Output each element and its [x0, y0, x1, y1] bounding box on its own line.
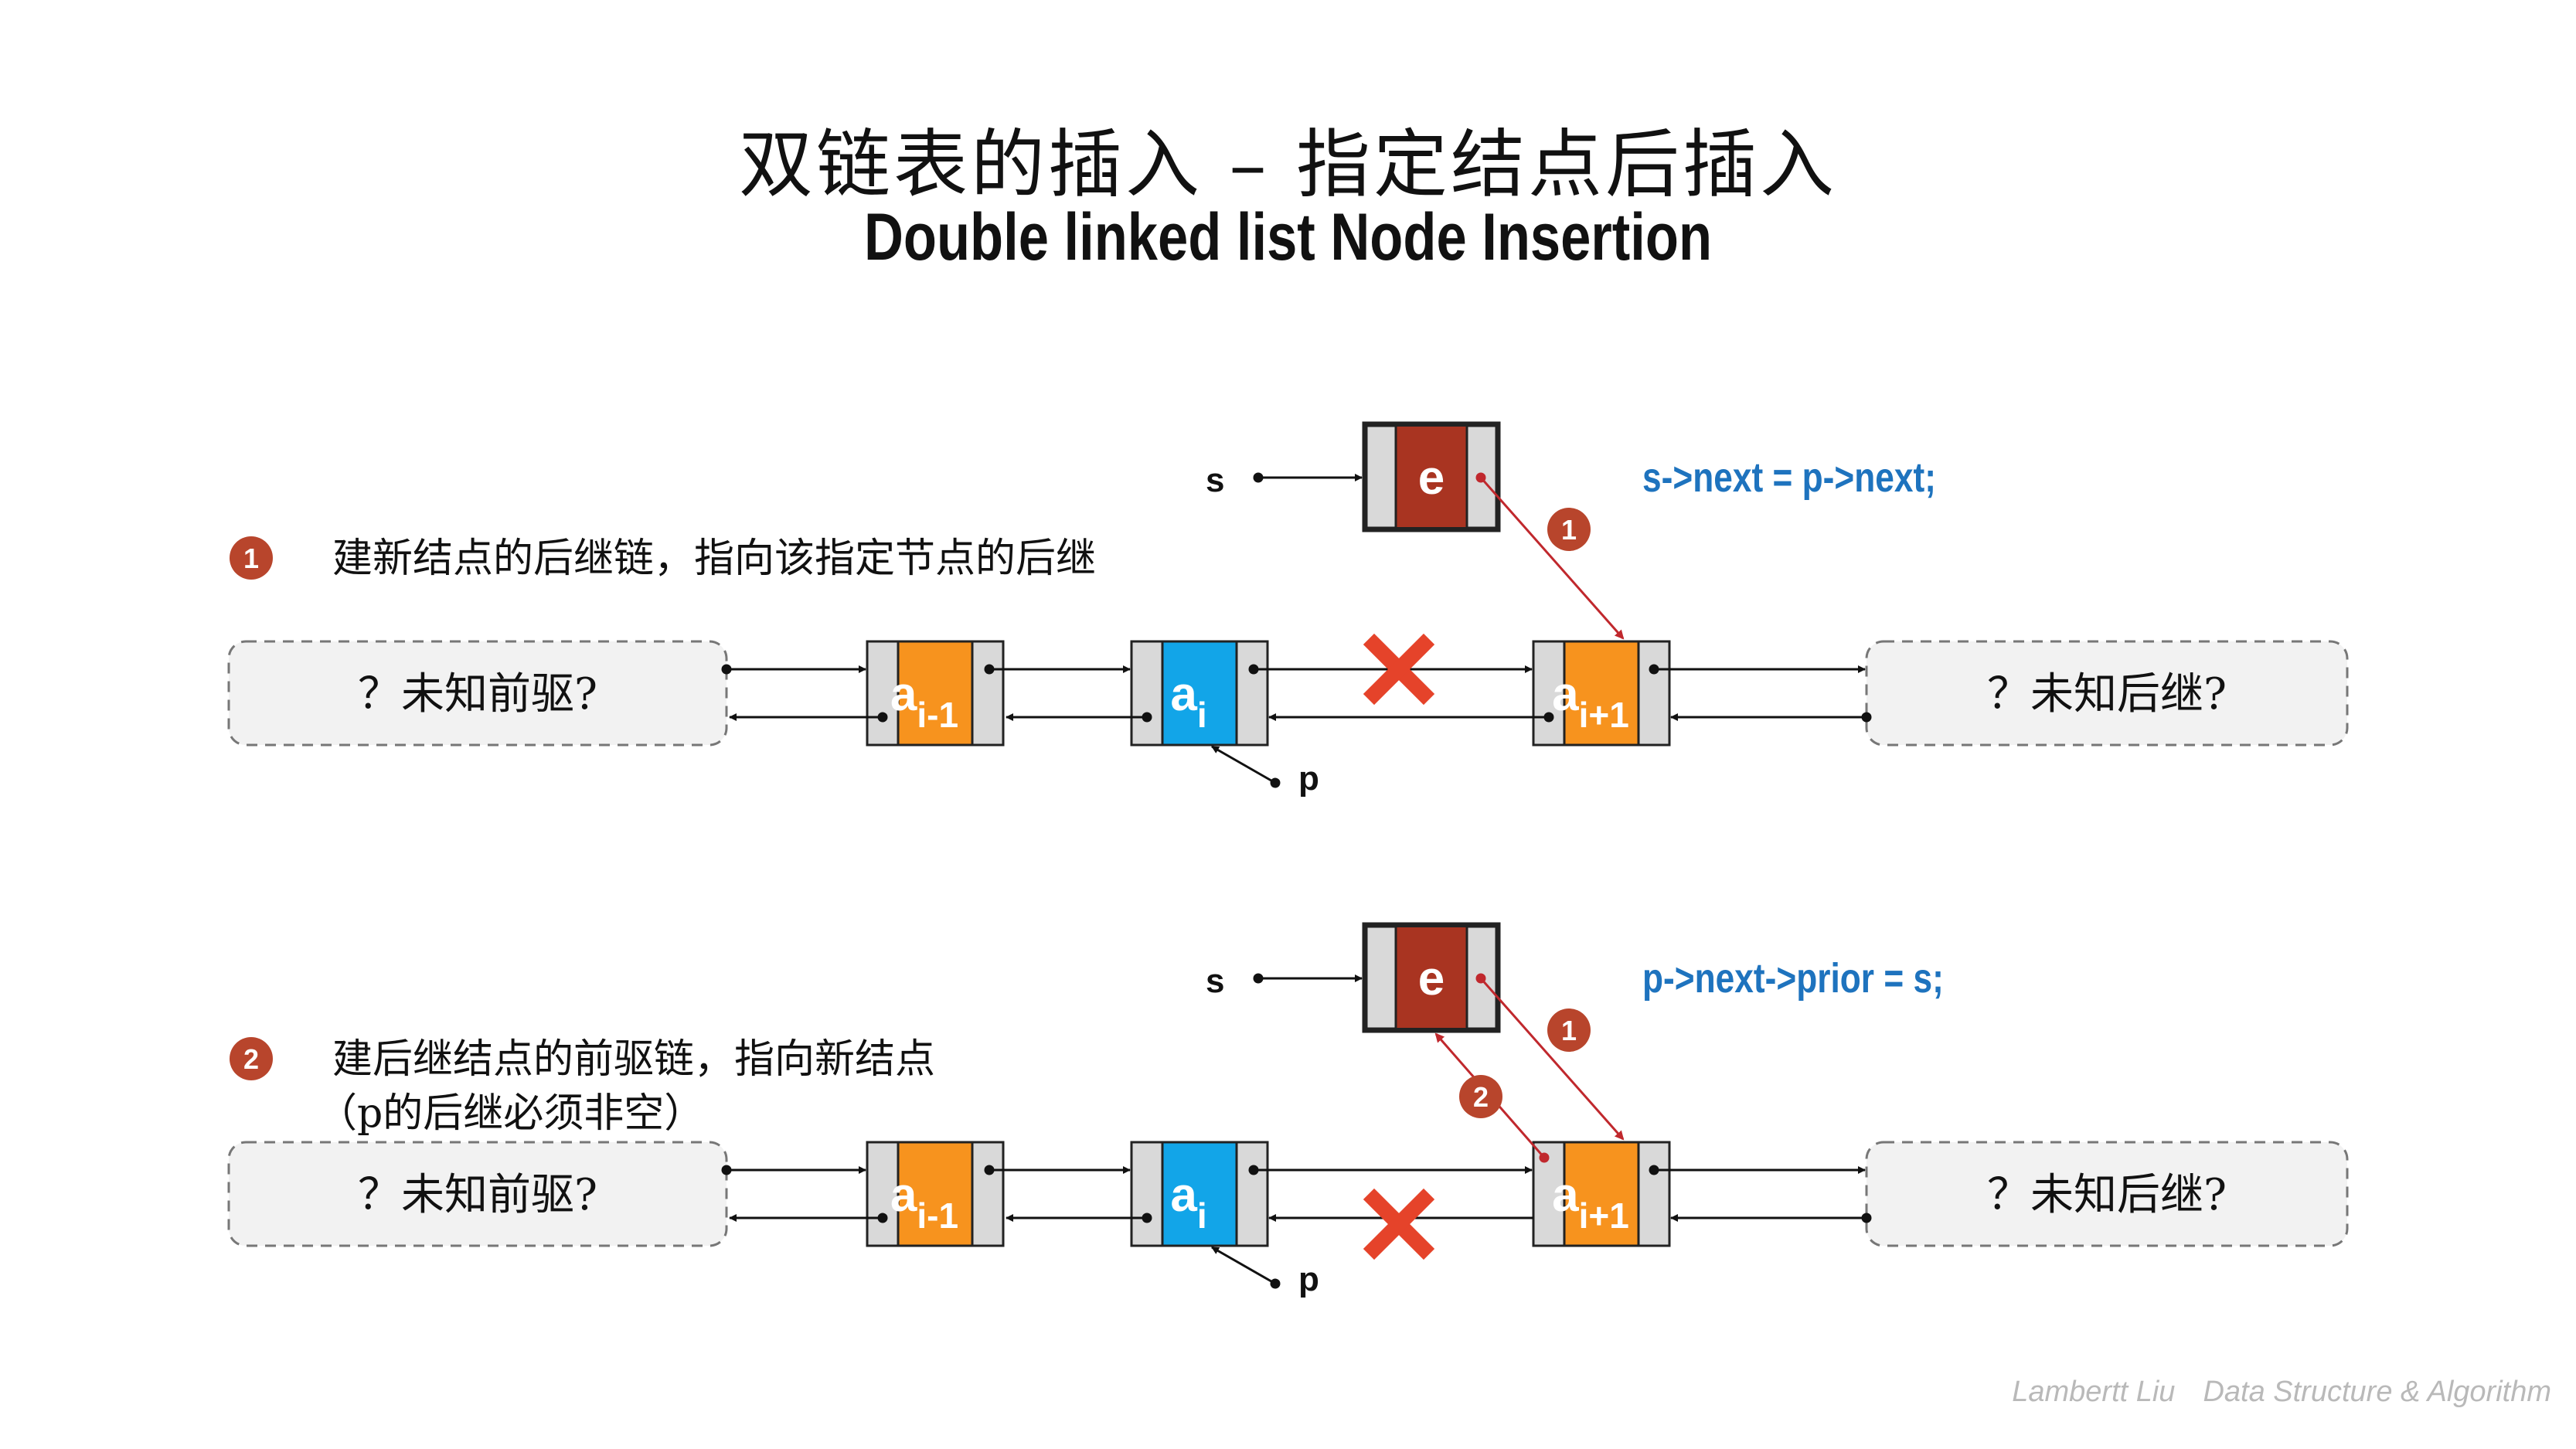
watermark-subject: Data Structure & Algorithm: [2203, 1376, 2551, 1408]
step-badge: 1: [230, 536, 273, 580]
unknown-successor-label: ？未知后继?: [1987, 669, 2227, 719]
unknown-predecessor-label: ？未知前驱?: [358, 1170, 597, 1220]
step-description-line: （p的后继必须非空）: [317, 1090, 704, 1137]
list-node-a-i-1: ai-1: [866, 1141, 1005, 1247]
link-badge-1-number: 1: [1561, 514, 1577, 546]
watermark: Lambertt Liu Data Structure & Algorithm: [1984, 1376, 2551, 1409]
step-description-line: 建新结点的后继链，指向该指定节点的后继: [332, 536, 1096, 582]
p-pointer-arrow: [1211, 1246, 1276, 1285]
step-badge-number: 2: [243, 1043, 259, 1075]
step-badge-number: 1: [243, 543, 259, 574]
watermark-author: Lambertt Liu: [2012, 1376, 2176, 1408]
link-badge-2-number: 2: [1473, 1081, 1489, 1113]
step-description-line: 建后继结点的前驱链，指向新结点: [332, 1036, 935, 1083]
link-badge-2: 2: [1459, 1075, 1502, 1118]
new-node-e-label: e: [1418, 451, 1445, 505]
slide: 双链表的插入 – 指定结点后插入 Double linked list Node…: [0, 0, 2576, 1449]
new-next-link-arrow: [1479, 978, 1625, 1141]
code-statement: s->next = p->next;: [1642, 454, 1936, 501]
step-badge: 2: [230, 1037, 273, 1080]
unknown-predecessor-label: ？未知前驱?: [358, 669, 597, 719]
unknown-successor-label: ？未知后继?: [1987, 1170, 2227, 1220]
list-node-a-i: ai: [1130, 1141, 1269, 1247]
p-pointer-arrow: [1211, 745, 1276, 784]
s-pointer-label: s: [1206, 962, 1224, 1000]
new-node-e-label: e: [1418, 952, 1445, 1005]
list-node-a-i+1: ai+1: [1532, 1141, 1671, 1247]
link-badge-1: 1: [1547, 1009, 1591, 1052]
new-next-link-arrow: [1479, 477, 1625, 640]
list-node-a-i+1: ai+1: [1532, 640, 1671, 747]
list-node-a-i-1: ai-1: [866, 640, 1005, 747]
diagram-canvas: 1 建新结点的后继链，指向该指定节点的后继 s->next = p->next; ？未…: [227, 421, 2349, 1298]
p-pointer-label: p: [1298, 760, 1319, 798]
link-badge-1-number: 1: [1561, 1015, 1577, 1046]
s-pointer-label: s: [1206, 461, 1224, 499]
list-node-a-i: ai: [1130, 640, 1269, 747]
p-pointer-label: p: [1298, 1260, 1319, 1298]
link-badge-1: 1: [1547, 508, 1591, 551]
cross-icon: [1363, 1188, 1435, 1260]
step-2: 2 建后继结点的前驱链，指向新结点 （p的后继必须非空） p->next->prior…: [227, 922, 2349, 1298]
step-1: 1 建新结点的后继链，指向该指定节点的后继 s->next = p->next; ？未…: [227, 421, 2349, 798]
code-statement: p->next->prior = s;: [1642, 955, 1944, 1002]
